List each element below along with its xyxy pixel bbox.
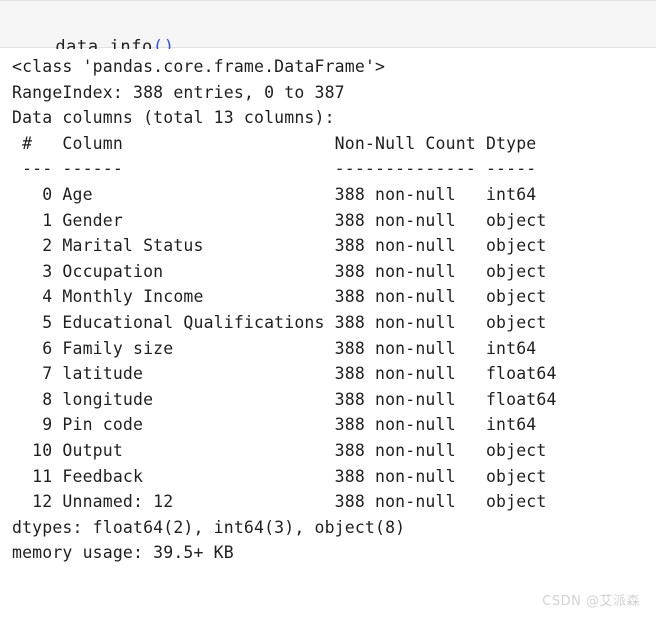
dataframe-info-text: <class 'pandas.core.frame.DataFrame'> Ra… <box>12 57 557 563</box>
code-output-area: <class 'pandas.core.frame.DataFrame'> Ra… <box>0 49 656 617</box>
code-input-cell[interactable]: data.info() <box>0 0 656 57</box>
csdn-watermark: CSDN @艾派森 <box>542 594 640 609</box>
